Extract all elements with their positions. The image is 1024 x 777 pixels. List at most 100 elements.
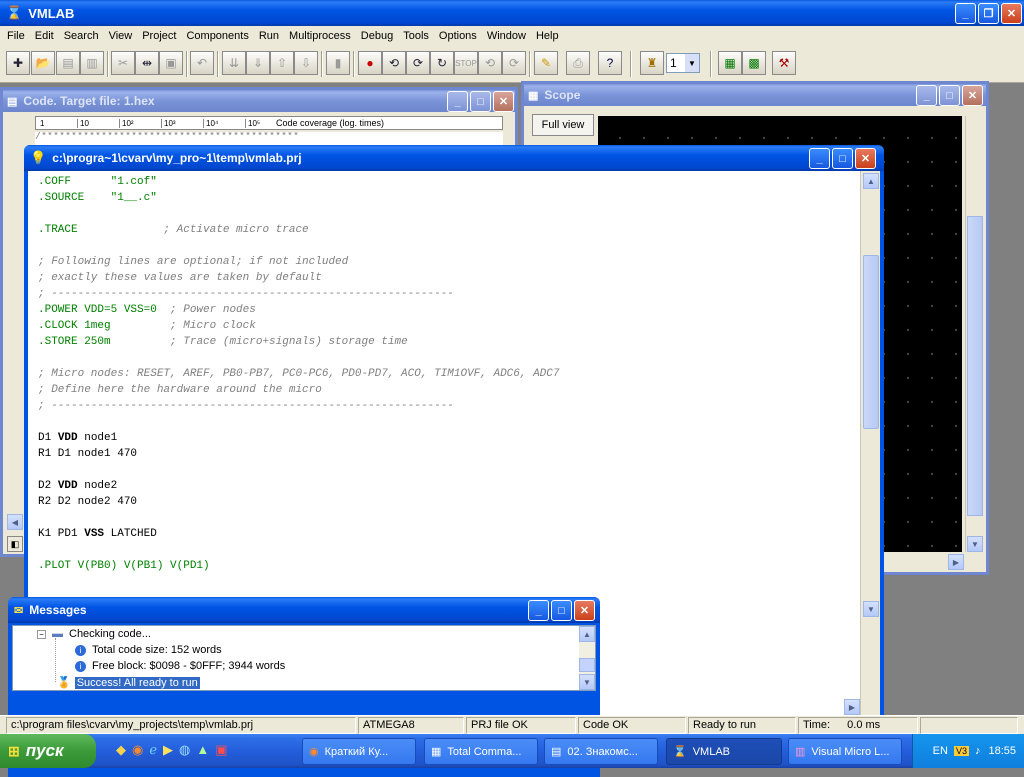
scroll-down-arrow[interactable]: ▼ (967, 536, 983, 552)
scroll-thumb[interactable] (863, 255, 879, 429)
scroll-right-arrow[interactable]: ▶ (844, 699, 860, 715)
undo-icon[interactable]: ↶ (190, 51, 214, 75)
windows-logo-icon: ⊞ (8, 742, 20, 759)
scroll-left-arrow[interactable]: ◀ (7, 514, 23, 530)
close-button[interactable]: ✕ (962, 85, 983, 106)
chip-edit-icon[interactable]: ▩ (742, 51, 766, 75)
maximize-button[interactable]: □ (939, 85, 960, 106)
close-button[interactable]: ✕ (855, 148, 876, 169)
maximize-button[interactable]: □ (470, 91, 491, 112)
scroll-down-arrow[interactable]: ▼ (579, 674, 595, 690)
prj-vscroll[interactable]: ▲ ▼ (860, 171, 880, 717)
browser-icon[interactable]: ◉ (132, 742, 143, 758)
save-button[interactable]: ▤ (56, 51, 80, 75)
minimize-button[interactable]: _ (528, 600, 549, 621)
network-icon[interactable]: ▲ (196, 742, 209, 758)
menu-options[interactable]: Options (434, 30, 482, 42)
tray-app-icon[interactable]: V3 (953, 746, 969, 756)
process-select[interactable]: 1 ▼ (666, 53, 700, 73)
copy-icon[interactable]: ⇹ (135, 51, 159, 75)
traffic-light-icon[interactable]: ● (358, 51, 382, 75)
reset-icon[interactable]: ⟲ (478, 51, 502, 75)
run-icon[interactable]: ↻ (430, 51, 454, 75)
maximize-button[interactable]: □ (551, 600, 572, 621)
restart-icon[interactable]: ⟳ (502, 51, 526, 75)
task-item[interactable]: ◉ Краткий Ку... (302, 738, 416, 765)
task-item[interactable]: ▦ Total Comma... (424, 738, 538, 765)
menu-multiprocess[interactable]: Multiprocess (284, 30, 356, 42)
prj-code[interactable]: .COFF "1.cof" .SOURCE "1__.c" .TRACE ; Act… (28, 171, 860, 574)
toolbar: ✚ 📂 ▤ ▥ ✂ ⇹ ▣ ↶ ⇊ ⇓ ⇧ ⇩ ▮ ● ⟲ ⟳ ↻ STOP ⟲… (0, 45, 1024, 83)
chip-icon[interactable]: ▦ (718, 51, 742, 75)
scroll-down-arrow[interactable]: ▼ (863, 601, 879, 617)
language-indicator[interactable]: EN (933, 745, 948, 757)
cut-icon[interactable]: ✂ (111, 51, 135, 75)
show-desktop-icon[interactable]: ◆ (116, 742, 126, 758)
restore-button[interactable]: ❐ (978, 3, 999, 24)
menu-components[interactable]: Components (181, 30, 253, 42)
maximize-button[interactable]: □ (832, 148, 853, 169)
menu-debug[interactable]: Debug (356, 30, 398, 42)
close-button[interactable]: ✕ (493, 91, 514, 112)
open-project-button[interactable]: 📂 (31, 51, 55, 75)
panel-toggle-icon[interactable]: ◧ (7, 536, 23, 552)
tree-item-free-block[interactable]: i Free block: $0098 - $0FFF; 3944 words (75, 660, 285, 672)
menu-run[interactable]: Run (254, 30, 284, 42)
help-icon[interactable]: ? (598, 51, 622, 75)
print-icon[interactable]: ⎙ (566, 51, 590, 75)
scroll-thumb[interactable] (579, 658, 595, 672)
task-item[interactable]: ▥ Visual Micro L... (788, 738, 902, 765)
step-over-icon[interactable]: ⟳ (406, 51, 430, 75)
scroll-up-arrow[interactable]: ▲ (863, 173, 879, 189)
full-view-button[interactable]: Full view (532, 114, 594, 136)
step-icon[interactable]: ⟲ (382, 51, 406, 75)
clear-icon[interactable]: ✎ (534, 51, 558, 75)
minimize-button[interactable]: _ (916, 85, 937, 106)
menu-search[interactable]: Search (59, 30, 104, 42)
build-icon[interactable]: ⇓ (246, 51, 270, 75)
scope-title: Scope (544, 88, 581, 102)
menu-edit[interactable]: Edit (30, 30, 59, 42)
messages-tree: − ▬ Checking code... i Total code size: … (12, 625, 596, 691)
task-item[interactable]: ▤ 02. Знакомс... (544, 738, 658, 765)
scroll-right-arrow[interactable]: ▶ (948, 554, 964, 570)
scroll-thumb[interactable] (967, 216, 983, 516)
minimize-button[interactable]: _ (447, 91, 468, 112)
menu-tools[interactable]: Tools (398, 30, 434, 42)
menu-project[interactable]: Project (137, 30, 181, 42)
menu-window[interactable]: Window (482, 30, 531, 42)
start-button[interactable]: ⊞ пуск (0, 734, 96, 768)
process-icon[interactable]: ♜ (640, 51, 664, 75)
save-icon[interactable]: ▣ (215, 742, 227, 758)
chevron-down-icon[interactable]: ▼ (685, 54, 699, 72)
paste-icon[interactable]: ▣ (159, 51, 183, 75)
scroll-up-arrow[interactable]: ▲ (579, 626, 595, 642)
scope-vscroll[interactable]: ▼ (965, 116, 983, 552)
tools-icon[interactable]: ⚒ (772, 51, 796, 75)
menu-help[interactable]: Help (531, 30, 564, 42)
minimize-button[interactable]: _ (809, 148, 830, 169)
minimize-button[interactable]: _ (955, 3, 976, 24)
toolbar-separator (186, 51, 188, 77)
messages-vscroll[interactable]: ▲ ▼ (579, 626, 595, 690)
tray-speaker-icon[interactable]: ♪ (975, 745, 981, 757)
stop-icon[interactable]: STOP (454, 51, 478, 75)
save-all-button[interactable]: ▥ (80, 51, 104, 75)
media-icon[interactable]: ▶ (163, 742, 173, 758)
menu-view[interactable]: View (104, 30, 138, 42)
breakpoint-icon[interactable]: ▮ (326, 51, 350, 75)
compile-icon[interactable]: ⇊ (222, 51, 246, 75)
collapse-icon[interactable]: − (37, 629, 46, 639)
close-button[interactable]: ✕ (574, 600, 595, 621)
new-project-button[interactable]: ✚ (6, 51, 30, 75)
step-in-icon[interactable]: ⇩ (294, 51, 318, 75)
tree-item-total-size[interactable]: i Total code size: 152 words (75, 644, 222, 656)
code-token: ; Micro nodes: RESET, AREF, PB0-PB7, PC0… (38, 368, 560, 380)
menu-file[interactable]: File (2, 30, 30, 42)
tree-item-success[interactable]: 🏅 Success! All ready to run (57, 675, 201, 690)
step-out-icon[interactable]: ⇧ (270, 51, 294, 75)
close-button[interactable]: ✕ (1001, 3, 1022, 24)
task-item-active[interactable]: ⌛ VMLAB (666, 738, 782, 765)
ie-icon[interactable]: ℯ (149, 742, 157, 758)
app-icon[interactable]: ◍ (179, 742, 190, 758)
